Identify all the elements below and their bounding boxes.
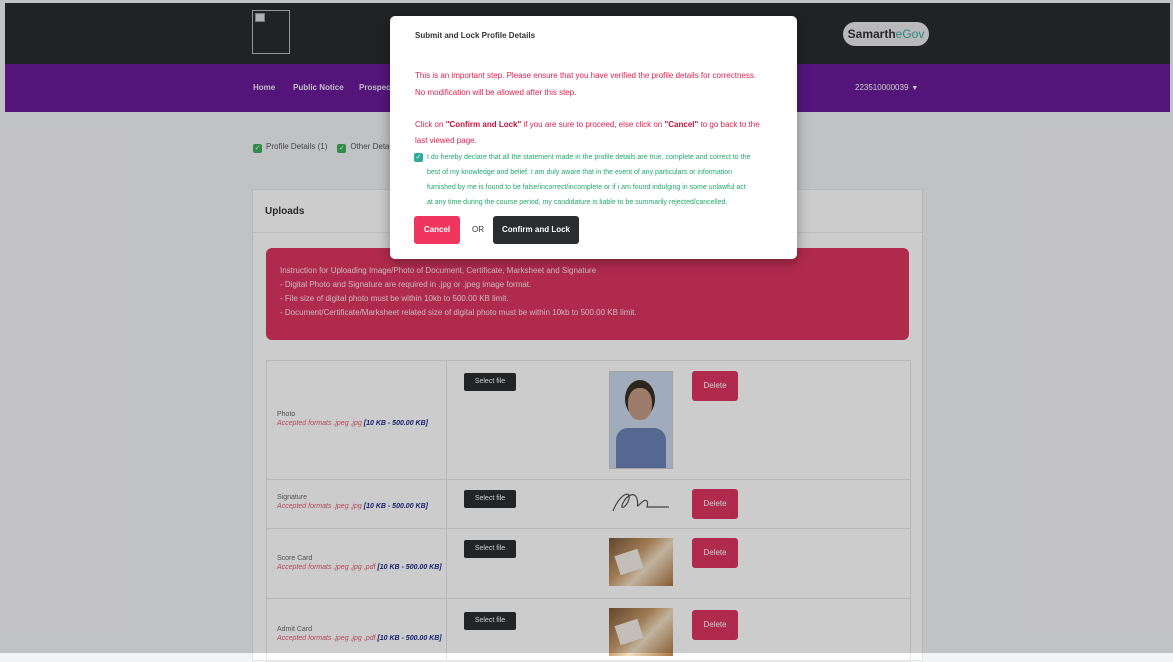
declaration-text: best of my knowledge and belief. I am du… <box>427 169 733 176</box>
modal-title: Submit and Lock Profile Details <box>415 31 536 40</box>
declaration-text: furnished by me is found to be false/inc… <box>427 184 746 191</box>
instruction-text: Click on "Confirm and Lock" if you are s… <box>415 120 760 129</box>
warning-text: This is an important step. Please ensure… <box>415 71 757 80</box>
cancel-button[interactable]: Cancel <box>414 216 460 244</box>
warning-text: No modification will be allowed after th… <box>415 88 577 97</box>
declaration-text: at any time during the course period, my… <box>427 199 728 206</box>
submit-lock-modal: Submit and Lock Profile Details This is … <box>390 16 797 259</box>
declaration-checkbox[interactable]: ✓ <box>414 153 423 162</box>
declaration-text: I do hereby declare that all the stateme… <box>427 154 751 161</box>
instruction-text: last viewed page. <box>415 136 477 145</box>
confirm-and-lock-button[interactable]: Confirm and Lock <box>493 216 579 244</box>
or-separator: OR <box>472 225 484 234</box>
